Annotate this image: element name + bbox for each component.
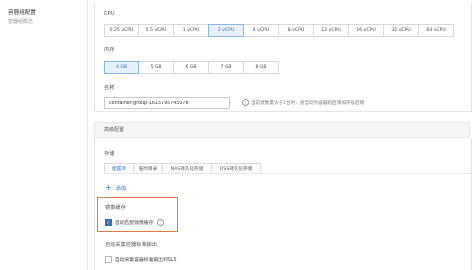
tabs-baseline: [104, 173, 470, 174]
advanced-section-header: [94, 122, 470, 138]
sidebar-divider: [87, 0, 88, 270]
cpu-option[interactable]: 4 vCPU: [243, 24, 279, 37]
cpu-option[interactable]: 8 vCPU: [278, 24, 314, 37]
cpu-selector: 0.25 vCPU 0.5 vCPU 1 vCPU 2 vCPU 4 vCPU …: [104, 24, 454, 37]
sidebar-title: 容器组配置: [8, 10, 36, 16]
memory-selector: 4 GB 5 GB 6 GB 7 GB 8 GB: [104, 61, 279, 74]
cpu-option[interactable]: 64 vCPU: [418, 24, 454, 37]
log-checkbox[interactable]: [105, 256, 112, 263]
check-icon: ✓: [106, 219, 111, 226]
log-checkbox-label: 自动采集容器标准输出到SLS: [115, 258, 177, 263]
name-hint: 当前建数量大于1台时，会自动为容器组后添加序号后缀: [251, 101, 365, 106]
info-icon: !: [157, 219, 165, 226]
log-label: 自动采集容器标准输出: [105, 242, 157, 248]
add-button[interactable]: + 添加: [105, 184, 126, 192]
memory-option[interactable]: 7 GB: [208, 61, 244, 74]
advanced-title: 高级配置: [104, 127, 125, 133]
cpu-option[interactable]: 0.25 vCPU: [104, 24, 139, 37]
info-icon: !: [242, 99, 249, 106]
cpu-option[interactable]: 16 vCPU: [348, 24, 384, 37]
memory-option[interactable]: 6 GB: [173, 61, 209, 74]
name-label: 名称: [104, 85, 115, 91]
cpu-option-selected[interactable]: 2 vCPU: [208, 24, 244, 37]
storage-label: 存储: [104, 151, 115, 157]
memory-option[interactable]: 5 GB: [138, 61, 174, 74]
image-cache-highlight: [97, 197, 178, 232]
memory-option-selected[interactable]: 4 GB: [104, 61, 139, 74]
auto-match-label: 自动匹配镜像缓存: [115, 221, 154, 226]
cpu-option[interactable]: 1 vCPU: [173, 24, 209, 37]
cpu-label: CPU: [104, 11, 115, 17]
cpu-option[interactable]: 32 vCPU: [383, 24, 419, 37]
plus-icon: +: [105, 183, 112, 192]
basic-config-card: [94, 3, 472, 112]
add-label: 添加: [115, 185, 127, 192]
image-cache-label: 镜像缓存: [105, 205, 126, 211]
auto-match-row[interactable]: ✓ 自动匹配镜像缓存 !: [105, 219, 165, 226]
memory-option[interactable]: 8 GB: [243, 61, 279, 74]
memory-label: 内存: [104, 47, 115, 53]
sidebar-subtitle[interactable]: 容器组概念: [8, 18, 33, 25]
auto-match-checkbox[interactable]: ✓: [105, 219, 112, 226]
cpu-option[interactable]: 0.5 vCPU: [138, 24, 174, 37]
log-row[interactable]: 自动采集容器标准输出到SLS: [105, 256, 177, 263]
name-input[interactable]: [104, 97, 230, 109]
cpu-option[interactable]: 12 vCPU: [313, 24, 349, 37]
